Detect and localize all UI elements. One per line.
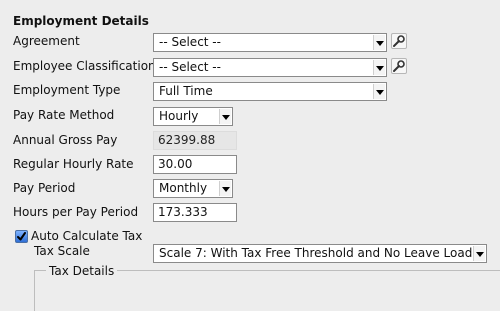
employment-type-select[interactable]: Full Time <box>153 82 387 101</box>
wrench-icon-glyph <box>393 35 405 47</box>
section-title: Employment Details <box>13 14 149 28</box>
hours-per-pay-period-input[interactable]: 173.333 <box>153 203 237 222</box>
chevron-down-icon <box>373 84 385 99</box>
annual-gross-pay-label: Annual Gross Pay <box>13 133 118 147</box>
tax-details-title: Tax Details <box>46 264 118 279</box>
hours-per-pay-period-label: Hours per Pay Period <box>13 205 139 219</box>
agreement-label: Agreement <box>13 34 80 48</box>
auto-calculate-tax-checkbox[interactable] <box>15 230 28 243</box>
pay-rate-method-select[interactable]: Hourly <box>153 107 233 126</box>
employee-classification-label: Employee Classification <box>13 59 156 73</box>
wrench-icon[interactable] <box>391 33 407 49</box>
employment-type-label: Employment Type <box>13 83 121 97</box>
employee-classification-select[interactable]: -- Select -- <box>153 58 387 77</box>
chevron-down-icon <box>373 35 385 50</box>
chevron-down-icon <box>373 60 385 75</box>
chevron-down-icon <box>473 246 485 261</box>
tax-scale-select-value: Scale 7: With Tax Free Threshold and No … <box>159 246 484 260</box>
pay-period-label: Pay Period <box>13 181 76 195</box>
wrench-icon[interactable] <box>391 58 407 74</box>
pay-period-select[interactable]: Monthly <box>153 179 233 198</box>
chevron-down-icon <box>219 181 231 196</box>
employee-classification-select-value: -- Select -- <box>159 60 221 74</box>
pay-period-select-value: Monthly <box>159 181 208 195</box>
employment-type-select-value: Full Time <box>159 84 213 98</box>
pay-rate-method-select-value: Hourly <box>159 109 199 123</box>
annual-gross-pay-value: 62399.88 <box>153 131 237 150</box>
auto-calculate-tax-label: Auto Calculate Tax <box>31 229 143 243</box>
wrench-icon-glyph <box>393 60 405 72</box>
agreement-select-value: -- Select -- <box>159 35 221 49</box>
pay-rate-method-label: Pay Rate Method <box>13 108 115 122</box>
regular-hourly-rate-label: Regular Hourly Rate <box>13 157 134 171</box>
tax-scale-label: Tax Scale <box>34 244 90 258</box>
checkmark-icon <box>17 232 26 241</box>
agreement-select[interactable]: -- Select -- <box>153 33 387 52</box>
chevron-down-icon <box>219 109 231 124</box>
tax-scale-select[interactable]: Scale 7: With Tax Free Threshold and No … <box>153 244 487 263</box>
regular-hourly-rate-input[interactable]: 30.00 <box>153 155 237 174</box>
